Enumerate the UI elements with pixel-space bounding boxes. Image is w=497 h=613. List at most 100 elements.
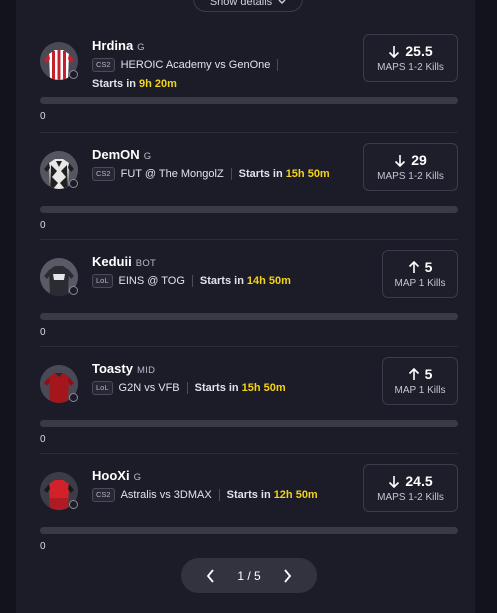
match-info: CS2 HEROIC Academy vs GenOne	[92, 58, 285, 72]
meta-separator	[186, 382, 188, 394]
starts-time: 15h 50m	[285, 168, 330, 180]
projection-value-row: 24.5	[388, 473, 433, 489]
match-info: LoL EINS @ TOG Starts in 14h 50m	[92, 274, 291, 288]
player-position: MID	[136, 365, 156, 376]
projection-value: 24.5	[405, 473, 433, 489]
match-name: EINS @ TOG	[118, 275, 185, 287]
player-name: HooXi	[92, 468, 130, 483]
player-position: G	[137, 42, 145, 53]
start-time: Starts in 12h 50m	[227, 489, 318, 501]
chevron-down-icon	[278, 0, 286, 8]
start-time: Starts in 14h 50m	[200, 275, 291, 287]
starts-time: 14h 50m	[246, 275, 291, 287]
arrow-up-icon	[408, 260, 419, 273]
progress-bar	[40, 206, 458, 213]
pagination: 1 / 5	[181, 558, 317, 593]
projection-value-row: 5	[408, 259, 433, 275]
match-name: Astralis vs 3DMAX	[120, 489, 212, 501]
projection-stat: MAP 1 Kills	[394, 278, 446, 289]
projection-stat: MAPS 1-2 Kills	[377, 62, 444, 73]
projection-value-row: 25.5	[388, 43, 433, 59]
player-name-row: HooXi G	[92, 468, 141, 483]
game-tag: CS2	[92, 58, 115, 72]
player-card[interactable]: Toasty MID LoL G2N vs VFB Starts in 15h 50…	[40, 357, 458, 464]
show-details-button[interactable]: Show details	[193, 0, 303, 12]
starts-time: 9h 20m	[139, 78, 177, 90]
match-name: G2N vs VFB	[118, 382, 180, 394]
player-card[interactable]: DemON G CS2 FUT @ The MongolZ Starts in 15…	[40, 143, 458, 250]
avatar-status-icon	[69, 179, 78, 188]
start-time: Starts in 15h 50m	[195, 382, 286, 394]
projection-stat: MAP 1 Kills	[394, 385, 446, 396]
player-name-row: Keduii BOT	[92, 254, 156, 269]
avatar-status-icon	[69, 70, 78, 79]
player-name-row: DemON G	[92, 147, 151, 162]
player-name: Toasty	[92, 361, 133, 376]
meta-separator	[277, 59, 279, 71]
progress-count: 0	[40, 111, 46, 122]
player-card[interactable]: Keduii BOT LoL EINS @ TOG Starts in 14h 50…	[40, 250, 458, 357]
projection-value-row: 5	[408, 366, 433, 382]
start-time: Starts in 9h 20m	[92, 78, 177, 90]
projection-button[interactable]: 29 MAPS 1-2 Kills	[363, 143, 458, 191]
player-position: BOT	[135, 258, 157, 269]
progress-count: 0	[40, 434, 46, 445]
chevron-left-icon[interactable]	[203, 568, 217, 583]
arrow-down-icon	[389, 45, 400, 58]
game-tag: CS2	[92, 167, 115, 181]
projection-stat: MAPS 1-2 Kills	[377, 171, 444, 182]
player-name-row: Toasty MID	[92, 361, 155, 376]
progress-bar	[40, 527, 458, 534]
match-info: CS2 Astralis vs 3DMAX Starts in 12h 50m	[92, 488, 318, 502]
progress-count: 0	[40, 327, 46, 338]
progress-count: 0	[40, 220, 46, 231]
arrow-down-icon	[395, 154, 406, 167]
progress-bar	[40, 97, 458, 104]
player-card[interactable]: HooXi G CS2 Astralis vs 3DMAX Starts in 12…	[40, 464, 458, 571]
arrow-down-icon	[389, 475, 400, 488]
projection-button[interactable]: 24.5 MAPS 1-2 Kills	[363, 464, 458, 512]
match-name: FUT @ The MongolZ	[120, 168, 224, 180]
show-details-label: Show details	[209, 0, 273, 8]
game-tag: LoL	[92, 381, 113, 395]
progress-bar	[40, 420, 458, 427]
player-card[interactable]: Hrdina G CS2 HEROIC Academy vs GenOne Sta…	[40, 34, 458, 141]
chevron-right-icon[interactable]	[281, 568, 295, 583]
progress-bar	[40, 313, 458, 320]
match-info: CS2 FUT @ The MongolZ Starts in 15h 50m	[92, 167, 330, 181]
projection-button[interactable]: 5 MAP 1 Kills	[382, 250, 458, 298]
starts-label: Starts in	[199, 275, 244, 287]
start-time: Starts in 15h 50m	[239, 168, 330, 180]
projection-button[interactable]: 5 MAP 1 Kills	[382, 357, 458, 405]
player-name: Hrdina	[92, 38, 134, 53]
arrow-up-icon	[408, 367, 419, 380]
progress-count: 0	[40, 541, 46, 552]
starts-label: Starts in	[238, 168, 283, 180]
player-name: Keduii	[92, 254, 132, 269]
player-position: G	[133, 472, 142, 483]
page-indicator: 1 / 5	[237, 568, 261, 583]
player-position: G	[143, 151, 152, 162]
meta-separator	[230, 168, 232, 180]
meta-separator	[218, 489, 220, 501]
projection-value: 5	[424, 366, 433, 382]
match-info: LoL G2N vs VFB Starts in 15h 50m	[92, 381, 286, 395]
game-tag: CS2	[92, 488, 115, 502]
game-tag: LoL	[92, 274, 113, 288]
avatar-status-icon	[69, 500, 78, 509]
projection-value: 5	[424, 259, 433, 275]
projection-value: 29	[411, 152, 427, 168]
starts-label: Starts in	[194, 382, 239, 394]
projection-button[interactable]: 25.5 MAPS 1-2 Kills	[363, 34, 458, 82]
avatar-status-icon	[69, 393, 78, 402]
starts-label: Starts in	[92, 78, 137, 90]
starts-time: 12h 50m	[273, 489, 318, 501]
starts-label: Starts in	[226, 489, 271, 501]
projection-stat: MAPS 1-2 Kills	[377, 492, 444, 503]
avatar-status-icon	[69, 286, 78, 295]
player-name: DemON	[92, 147, 140, 162]
projection-value: 25.5	[405, 43, 433, 59]
player-name-row: Hrdina G	[92, 38, 145, 53]
projection-value-row: 29	[394, 152, 427, 168]
match-name: HEROIC Academy vs GenOne	[120, 59, 271, 71]
